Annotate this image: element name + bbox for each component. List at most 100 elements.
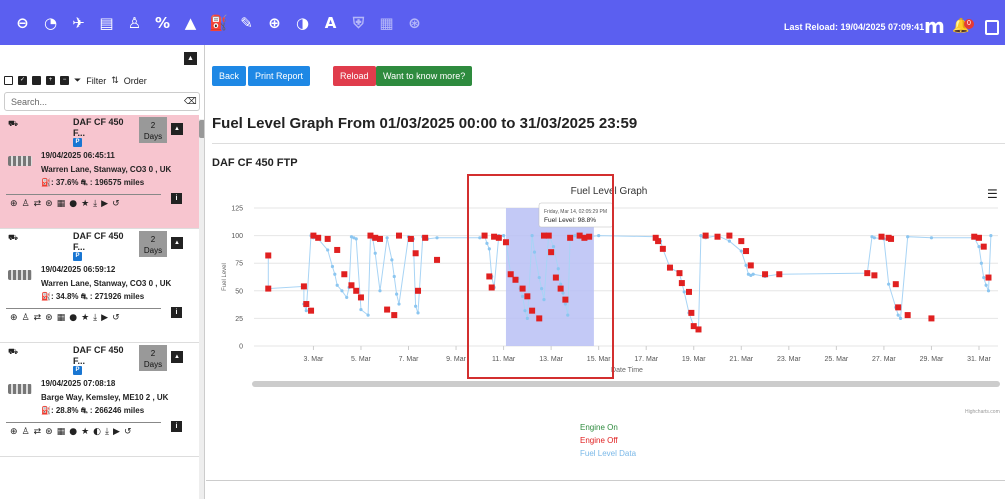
filter-icon[interactable]: ⏷	[74, 75, 81, 86]
vehicle-title: DAF CF 450 FTP	[212, 157, 298, 169]
legend-fuel-level[interactable]: Fuel Level Data	[580, 447, 636, 460]
document-icon[interactable]: ▤	[96, 12, 117, 33]
warning-icon[interactable]: ▲	[180, 12, 201, 33]
days-badge: 2 Days	[139, 231, 167, 257]
truck-type-icon: ⛟	[8, 233, 19, 242]
star-icon[interactable]: ★	[81, 199, 89, 209]
want-to-know-more-button[interactable]: Want to know more?	[376, 66, 473, 86]
steering-icon[interactable]: ⊛	[404, 12, 425, 33]
user-icon[interactable]	[985, 20, 999, 35]
page-title: Fuel Level Graph From 01/03/2025 00:00 t…	[212, 115, 638, 132]
play-icon[interactable]: ▶	[113, 427, 120, 437]
gauge-icon[interactable]: ◔	[40, 12, 61, 33]
globe-icon[interactable]: ⊛	[45, 427, 53, 437]
map-icon[interactable]: ✈	[68, 12, 89, 33]
swap-icon[interactable]: ⇄	[34, 427, 42, 437]
globe-icon[interactable]: ⊛	[45, 199, 53, 209]
download-icon[interactable]: ⤓	[93, 199, 97, 209]
card-actions: ⊕ ♙ ⇄ ⊛ ▦ ● ★ ⤓ ▶ ↺	[10, 199, 160, 209]
card-divider	[6, 194, 161, 195]
reload-button[interactable]: Reload	[333, 66, 376, 86]
star-icon[interactable]: ★	[81, 427, 89, 437]
card-divider	[6, 308, 161, 309]
play-icon[interactable]: ▶	[101, 199, 108, 209]
person-icon[interactable]: ●	[69, 313, 77, 323]
sidebar-scrollbar[interactable]	[199, 119, 204, 499]
chart-menu-icon[interactable]: ☰	[987, 187, 998, 201]
vehicle-card[interactable]: ⛟ DAF CF 450 F... P 2 Days ▲ 19/04/2025 06…	[0, 115, 199, 229]
back-button[interactable]: Back	[212, 66, 247, 86]
expand-card-button[interactable]: ▲	[171, 237, 183, 249]
locate-icon[interactable]: ⊕	[10, 199, 18, 209]
driver-icon[interactable]: ♙	[22, 313, 30, 323]
calendar-icon[interactable]: ▦	[57, 427, 66, 437]
lifebuoy-icon[interactable]: ⊕	[264, 12, 285, 33]
vehicle-stats: ⛽: 34.8% ⛐ : 271926 miles	[41, 292, 145, 301]
person-icon[interactable]: ●	[69, 427, 77, 437]
speedometer-icon[interactable]: ◑	[292, 12, 313, 33]
filter-button[interactable]: Filter	[86, 76, 106, 86]
last-update-time: 19/04/2025 06:45:11	[41, 151, 115, 160]
select-all-icon[interactable]: ✓	[18, 76, 27, 85]
history-icon[interactable]: ↺	[112, 199, 120, 209]
history-icon[interactable]: ↺	[112, 313, 120, 323]
driver-icon[interactable]: ♙	[124, 12, 145, 33]
text-icon[interactable]: A	[320, 12, 341, 33]
legend-engine-on[interactable]: Engine On	[580, 421, 636, 434]
print-report-button[interactable]: Print Report	[248, 66, 311, 86]
fuel-icon[interactable]: ⛽	[208, 12, 229, 33]
eraser-icon[interactable]: ⌫	[184, 96, 197, 107]
swap-icon[interactable]: ⇄	[34, 313, 42, 323]
truck-type-icon: ⛟	[8, 119, 19, 128]
parking-badge: P	[73, 366, 82, 375]
driver-icon[interactable]: ♙	[22, 427, 30, 437]
history-icon[interactable]: ↺	[124, 427, 132, 437]
globe-icon[interactable]: ⊛	[45, 313, 53, 323]
calendar-icon[interactable]: ▦	[57, 313, 66, 323]
driver-icon[interactable]: ♙	[22, 199, 30, 209]
star-icon[interactable]: ★	[81, 313, 89, 323]
expand-card-button[interactable]: ▲	[171, 123, 183, 135]
brand-logo[interactable]: m	[924, 14, 945, 38]
truck-image	[8, 156, 32, 166]
back-arrow-icon[interactable]: ⊖	[12, 12, 33, 33]
sidebar-toolbar: ✓ + − ⏷ Filter ⇅ Order	[4, 75, 147, 86]
vehicle-address: Warren Lane, Stanway, CO3 0 , UK	[41, 165, 172, 174]
toggle-icon[interactable]: ◐	[93, 427, 101, 437]
collapse-sidebar-button[interactable]: ▲	[184, 52, 197, 65]
square-icon[interactable]	[32, 76, 41, 85]
card-actions: ⊕ ♙ ⇄ ⊛ ▦ ● ★ ◐ ⤓ ▶ ↺	[10, 427, 160, 437]
vehicle-card[interactable]: ⛟ DAF CF 450 F... P 2 Days ▲ 19/04/2025 07…	[0, 343, 199, 457]
info-button[interactable]: i	[171, 307, 182, 318]
download-icon[interactable]: ⤓	[93, 313, 97, 323]
expand-card-button[interactable]: ▲	[171, 351, 183, 363]
collapse-icon[interactable]: −	[60, 76, 69, 85]
vehicle-search-input[interactable]: Search...	[4, 92, 200, 111]
sidebar-scroll-thumb[interactable]	[199, 120, 204, 138]
locate-icon[interactable]: ⊕	[10, 313, 18, 323]
info-button[interactable]: i	[171, 193, 182, 204]
shield-icon[interactable]: ⛨	[348, 12, 369, 33]
vehicle-name: DAF CF 450 F...	[73, 231, 124, 252]
locate-icon[interactable]: ⊕	[10, 427, 18, 437]
download-icon[interactable]: ⤓	[105, 427, 109, 437]
vehicle-stats: ⛽: 37.6% ⛐ : 196575 miles	[41, 178, 145, 187]
percent-icon[interactable]: %	[152, 12, 173, 33]
expand-icon[interactable]: +	[46, 76, 55, 85]
vehicle-card[interactable]: ⛟ DAF CF 450 F... P 2 Days ▲ 19/04/2025 06…	[0, 229, 199, 343]
info-button[interactable]: i	[171, 421, 182, 432]
vehicle-address: Warren Lane, Stanway, CO3 0 , UK	[41, 279, 172, 288]
order-button[interactable]: Order	[124, 76, 147, 86]
play-icon[interactable]: ▶	[101, 313, 108, 323]
sort-icon[interactable]: ⇅	[111, 75, 119, 86]
edit-icon[interactable]: ✎	[236, 12, 257, 33]
swap-icon[interactable]: ⇄	[34, 199, 42, 209]
calendar-icon[interactable]: ▦	[57, 199, 66, 209]
chart-legend: Engine On Engine Off Fuel Level Data	[580, 421, 636, 460]
select-none-icon[interactable]	[4, 76, 13, 85]
truck-icon[interactable]: ▦	[376, 12, 397, 33]
person-icon[interactable]: ●	[69, 199, 77, 209]
bottom-divider	[206, 480, 1005, 481]
legend-engine-off[interactable]: Engine Off	[580, 434, 636, 447]
parking-badge: P	[73, 138, 82, 147]
